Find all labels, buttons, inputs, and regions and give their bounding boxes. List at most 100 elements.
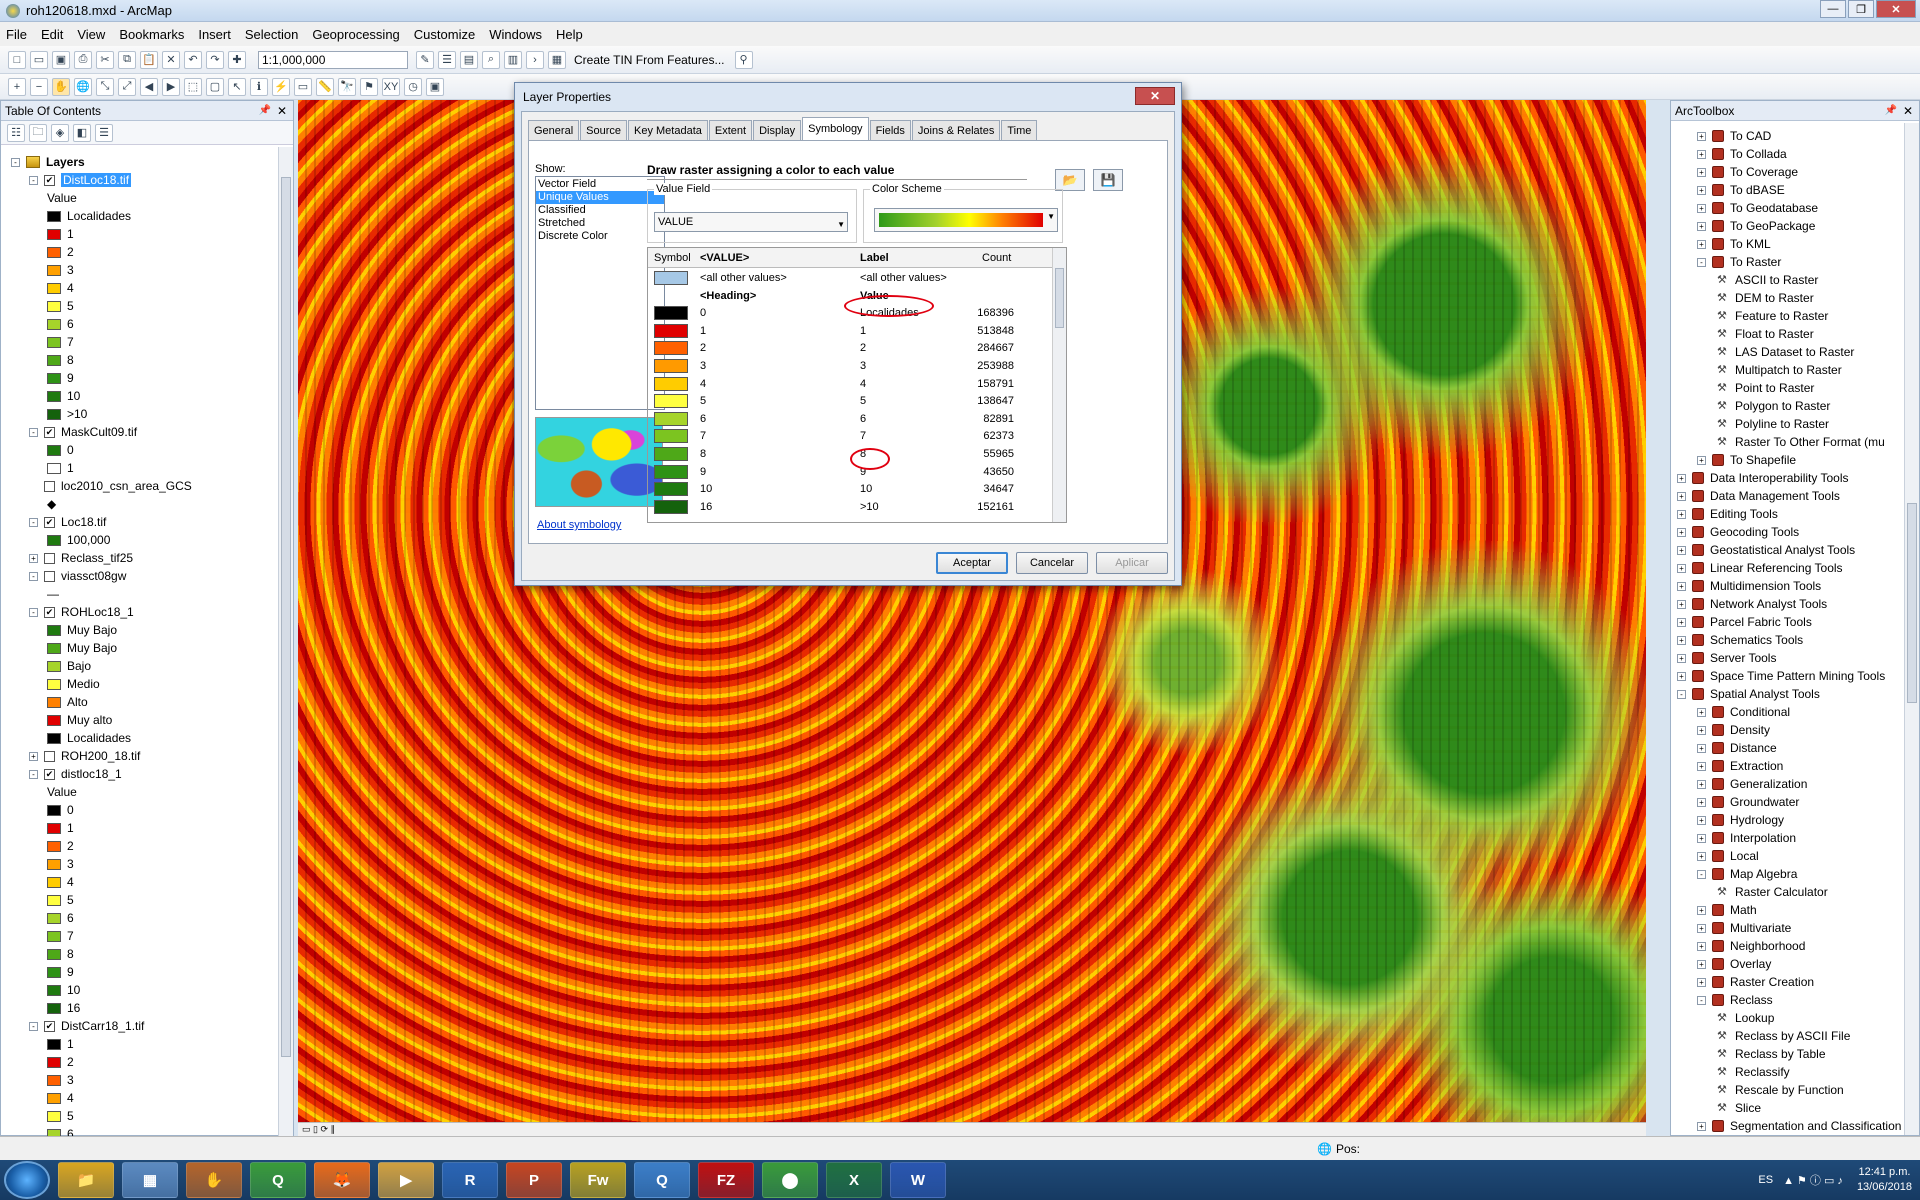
tab-time[interactable]: Time xyxy=(1001,120,1038,140)
expand-icon[interactable]: + xyxy=(1677,671,1686,681)
toc-legend-item[interactable]: 3 xyxy=(47,1071,74,1089)
go-to-xy-icon[interactable]: XY xyxy=(382,77,400,96)
color-scheme-select[interactable]: ▼ xyxy=(874,208,1058,232)
collapse-icon[interactable]: - xyxy=(29,175,38,185)
toc-legend-item[interactable]: 6 xyxy=(47,909,74,927)
start-button[interactable] xyxy=(4,1161,50,1199)
identify-icon[interactable]: ℹ xyxy=(250,77,268,96)
toolset-item[interactable]: + Geocoding Tools xyxy=(1677,523,1799,541)
collapse-icon[interactable]: - xyxy=(29,607,38,617)
toolset-item[interactable]: + Server Tools xyxy=(1677,649,1776,667)
excel-taskbar-icon[interactable]: X xyxy=(826,1162,882,1198)
toolset-item[interactable]: + Multivariate xyxy=(1697,919,1791,937)
pin-icon[interactable]: 📌 xyxy=(1885,105,1897,116)
renderer-option[interactable]: Stretched xyxy=(536,217,664,230)
toc-legend-item[interactable]: 7 xyxy=(47,927,74,945)
tab-symbology[interactable]: Symbology xyxy=(802,117,869,140)
qgis-taskbar-icon[interactable]: Q xyxy=(250,1162,306,1198)
toc-legend-item[interactable]: Medio xyxy=(47,675,100,693)
collapse-icon[interactable]: - xyxy=(29,427,38,437)
expand-icon[interactable]: + xyxy=(1697,959,1706,969)
renderer-option[interactable]: Classified xyxy=(536,204,664,217)
menu-item[interactable]: Help xyxy=(556,27,583,42)
toolset-item[interactable]: + Raster Creation xyxy=(1697,973,1814,991)
toc-legend-item[interactable]: 4 xyxy=(47,873,74,891)
toc-legend-item[interactable]: 1 xyxy=(47,819,74,837)
expand-icon[interactable]: + xyxy=(1697,851,1706,861)
arctoolbox-icon[interactable]: ▥ xyxy=(504,50,522,69)
collapse-icon[interactable]: - xyxy=(1697,995,1706,1005)
clear-selection-icon[interactable]: ▢ xyxy=(206,77,224,96)
tool-item[interactable]: ⚒ Float to Raster xyxy=(1717,325,1814,343)
fireworks-taskbar-icon[interactable]: Fw xyxy=(570,1162,626,1198)
toc-legend-item[interactable]: Bajo xyxy=(47,657,91,675)
toc-layer[interactable]: loc2010_csn_area_GCS xyxy=(29,477,192,495)
toolset-item[interactable]: + To GeoPackage xyxy=(1697,217,1815,235)
catalog-icon[interactable]: ▤ xyxy=(460,50,478,69)
symbol-row[interactable]: 16 >10 152161 xyxy=(648,499,1052,516)
add-data-icon[interactable]: ✚ xyxy=(228,50,246,69)
toolset-item[interactable]: + Groundwater xyxy=(1697,793,1799,811)
expand-icon[interactable]: + xyxy=(1697,743,1706,753)
visibility-checkbox[interactable] xyxy=(44,750,55,762)
expand-icon[interactable]: + xyxy=(1697,941,1706,951)
menu-item[interactable]: Windows xyxy=(489,27,542,42)
dialog-title-bar[interactable]: Layer Properties ✕ xyxy=(515,83,1181,111)
symbol-row[interactable]: 4 4 158791 xyxy=(648,376,1052,393)
tool-item[interactable]: ⚒ Polygon to Raster xyxy=(1717,397,1830,415)
toc-close-icon[interactable]: ✕ xyxy=(277,104,287,118)
toc-legend-item[interactable]: 10 xyxy=(47,981,80,999)
expand-icon[interactable]: + xyxy=(1677,653,1686,663)
toc-scrollbar[interactable] xyxy=(278,147,293,1137)
hyperlink-icon[interactable]: ⚡ xyxy=(272,77,290,96)
symbol-swatch[interactable] xyxy=(654,499,688,514)
toolset-item[interactable]: + Editing Tools xyxy=(1677,505,1778,523)
tool-item[interactable]: ⚒ Reclass by ASCII File xyxy=(1717,1027,1850,1045)
col-value[interactable]: <VALUE> xyxy=(700,252,749,264)
expand-icon[interactable]: + xyxy=(1697,815,1706,825)
toc-legend-item[interactable]: Muy Bajo xyxy=(47,621,117,639)
symbol-row[interactable]: 9 9 43650 xyxy=(648,464,1052,481)
symbol-row[interactable]: 3 3 253988 xyxy=(648,358,1052,375)
list-by-visibility-icon[interactable]: ◈ xyxy=(51,123,69,142)
expand-icon[interactable]: + xyxy=(1697,797,1706,807)
visibility-checkbox[interactable]: ✔ xyxy=(44,426,55,438)
powerpoint-taskbar-icon[interactable]: P xyxy=(506,1162,562,1198)
new-document-icon[interactable]: □ xyxy=(8,50,26,69)
tool-item[interactable]: ⚒ ASCII to Raster xyxy=(1717,271,1818,289)
toolset-item[interactable]: + To Collada xyxy=(1697,145,1787,163)
toolset-item[interactable]: + To Coverage xyxy=(1697,163,1798,181)
toc-layer[interactable]: - ✔ Loc18.tif xyxy=(29,513,106,531)
toc-options-icon[interactable]: ☰ xyxy=(95,123,113,142)
toolset-item[interactable]: + To dBASE xyxy=(1697,181,1785,199)
toolset-item[interactable]: + Space Time Pattern Mining Tools xyxy=(1677,667,1885,685)
tab-source[interactable]: Source xyxy=(580,120,627,140)
create-viewer-icon[interactable]: ▣ xyxy=(426,77,444,96)
tool-item[interactable]: ⚒ Raster To Other Format (mu xyxy=(1717,433,1885,451)
zoom-out-icon[interactable]: − xyxy=(30,77,48,96)
collapse-icon[interactable]: - xyxy=(1697,869,1706,879)
toc-layer[interactable]: - ✔ ROHLoc18_1 xyxy=(29,603,134,621)
expand-icon[interactable]: + xyxy=(1677,563,1686,573)
tab-key-metadata[interactable]: Key Metadata xyxy=(628,120,708,140)
expand-icon[interactable]: + xyxy=(1677,617,1686,627)
media-player-taskbar-icon[interactable]: ▶ xyxy=(378,1162,434,1198)
symbol-row[interactable]: 1 1 513848 xyxy=(648,323,1052,340)
tool-item[interactable]: ⚒ DEM to Raster xyxy=(1717,289,1814,307)
collapse-icon[interactable]: - xyxy=(1677,689,1686,699)
symbol-table-scrollbar[interactable] xyxy=(1052,248,1066,522)
toolset-item[interactable]: - Spatial Analyst Tools xyxy=(1677,685,1820,703)
toolset-item[interactable]: + Geostatistical Analyst Tools xyxy=(1677,541,1855,559)
editor-icon[interactable]: ✎ xyxy=(416,50,434,69)
symbol-swatch[interactable] xyxy=(654,271,688,285)
create-tin-button[interactable]: Create TIN From Features... xyxy=(574,53,725,67)
expand-icon[interactable]: + xyxy=(1677,581,1686,591)
renderer-option[interactable]: Vector Field xyxy=(536,178,664,191)
collapse-icon[interactable]: - xyxy=(11,157,20,167)
expand-icon[interactable]: + xyxy=(1697,167,1706,177)
arctoolbox-scrollbar[interactable] xyxy=(1904,123,1919,1135)
tray-icons[interactable]: ▲ ⚑ ⓘ ▭ ♪ xyxy=(1783,1172,1843,1188)
select-elements-icon[interactable]: ↖ xyxy=(228,77,246,96)
symbol-row[interactable]: 2 2 284667 xyxy=(648,340,1052,357)
toolset-item[interactable]: + Data Interoperability Tools xyxy=(1677,469,1849,487)
